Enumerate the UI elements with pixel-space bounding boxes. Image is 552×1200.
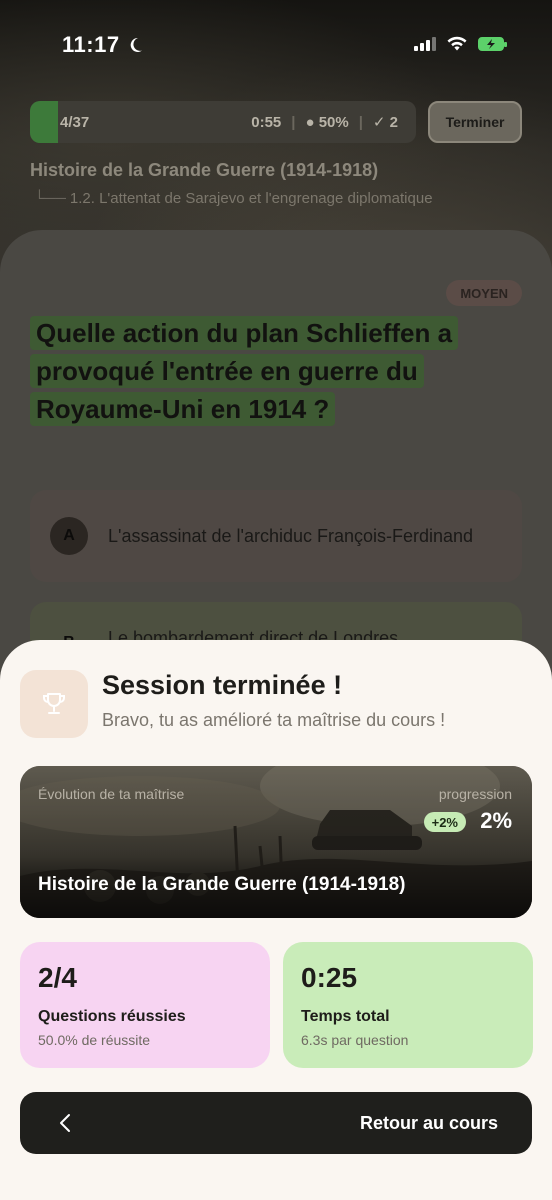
progression-label: progression [438, 786, 512, 802]
mastery-card: Évolution de ta maîtrise progression +2%… [20, 766, 532, 918]
timer-text: 0:55 [251, 113, 282, 131]
clock-text: 11:17 [62, 32, 120, 57]
battery-charging-icon [478, 37, 507, 51]
moon-icon [130, 37, 142, 52]
status-bar: 11:17 [0, 0, 552, 90]
mastery-label: Évolution de ta maîtrise [38, 786, 185, 802]
score-label: Questions réussies [38, 1008, 186, 1025]
time-stat-card: 0:25 Temps total 6.3s par question [283, 942, 533, 1068]
progress-fill [30, 101, 58, 143]
chapter-breadcrumb: └── 1.2. L'attentat de Sarajevo et l'engr… [34, 190, 433, 207]
progression-value: 2% [480, 808, 512, 833]
chapter-title: 1.2. L'attentat de Sarajevo et l'engrena… [69, 190, 433, 207]
session-results-sheet: Session terminée ! Bravo, tu as amélioré… [0, 640, 552, 1200]
course-title: Histoire de la Grande Guerre (1914-1918) [30, 160, 379, 180]
difficulty-badge: MOYEN [446, 280, 522, 306]
progress-stats: 0:55 | ● 50% | ✓ 2 [251, 113, 398, 132]
status-time: 11:17 [62, 32, 144, 58]
sheet-subtitle: Bravo, tu as amélioré ta maîtrise du cou… [102, 710, 446, 730]
correct-count-text: ✓ 2 [372, 114, 398, 131]
success-rate-text: ● 50% [305, 113, 349, 131]
wifi-icon [447, 36, 467, 51]
back-button-label: Retour au cours [359, 1112, 498, 1133]
trophy-badge [20, 670, 88, 738]
finish-button[interactable]: Terminer [428, 101, 522, 143]
time-subtext: 6.3s par question [301, 1032, 409, 1048]
back-to-course-button[interactable]: Retour au cours [20, 1092, 532, 1154]
answer-text: L'assassinat de l'archiduc François-Ferd… [108, 526, 474, 546]
divider: | [291, 113, 296, 131]
quiz-progress-row: 4/37 0:55 | ● 50% | ✓ 2 Terminer [30, 100, 522, 144]
status-icons [414, 36, 507, 52]
quiz-progress-bar: 4/37 0:55 | ● 50% | ✓ 2 [30, 101, 416, 143]
signal-icon [414, 37, 436, 51]
score-subtext: 50.0% de réussite [38, 1032, 151, 1048]
progression-delta-badge: +2% [423, 812, 466, 832]
chevron-left-icon [60, 1114, 70, 1132]
answer-option-a[interactable]: A L'assassinat de l'archiduc François-Fe… [30, 490, 522, 582]
tree-connector: └── [34, 190, 66, 207]
mastery-course-title: Histoire de la Grande Guerre (1914-1918) [38, 874, 406, 895]
time-label: Temps total [301, 1008, 390, 1025]
score-value: 2/4 [38, 962, 77, 993]
answer-letter: A [50, 517, 88, 555]
divider: | [358, 113, 363, 131]
questions-stat-card: 2/4 Questions réussies 50.0% de réussite [20, 942, 270, 1068]
question-text: Quelle action du plan Schlieffen a provo… [30, 314, 510, 428]
trophy-icon [43, 693, 65, 714]
sheet-title: Session terminée ! [102, 670, 343, 700]
time-value: 0:25 [301, 962, 358, 993]
progress-count: 4/37 [60, 113, 90, 131]
